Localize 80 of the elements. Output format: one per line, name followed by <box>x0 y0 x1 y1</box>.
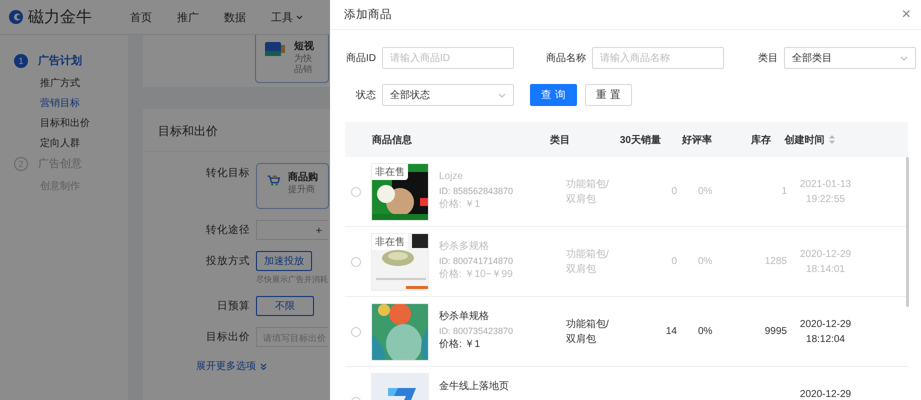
table-cell-text: 2020-12-29 18:14:01 <box>800 248 852 276</box>
option-card[interactable]: 商品购 提升商 <box>256 163 329 209</box>
card-title: 短视 <box>294 40 314 53</box>
product-id: ID: 800735423870 <box>439 325 514 337</box>
product-name: 秒杀多规格 <box>439 241 490 253</box>
table-cell: 1285 <box>764 256 787 267</box>
table-cell-text: 2020-12-29 <box>800 388 852 400</box>
card-description: 品销 <box>294 64 313 75</box>
field-label: 转化途径 <box>205 223 251 238</box>
radio-button[interactable] <box>351 326 361 336</box>
filter-label: 状态 <box>355 88 376 102</box>
chevron-down-icon <box>900 56 908 60</box>
select-field[interactable]: 全部类目 <box>784 47 916 69</box>
sidebar-item[interactable]: 推广方式 <box>14 76 128 90</box>
product-name: 秒杀单规格 <box>439 311 490 323</box>
double-chevron-icon <box>260 362 267 370</box>
table-cell-text: 功能箱包/ 双肩包 <box>566 178 609 206</box>
sort-icon <box>828 135 834 144</box>
status-badge: 非在售 <box>372 234 408 250</box>
sidebar-item[interactable]: 定向人群 <box>14 136 128 150</box>
table-cell-text: 功能箱包/ 双肩包 <box>566 248 609 276</box>
column-header[interactable]: 创建时间 <box>784 132 824 146</box>
table-cell-text: 2021-01-13 19:22:55 <box>800 178 852 206</box>
nav-item[interactable]: 数据 <box>224 10 246 24</box>
nav-item[interactable]: 工具 <box>271 10 293 24</box>
table-cell: 14 <box>666 326 677 337</box>
nav-item[interactable]: 推广 <box>177 10 199 24</box>
caret-icon <box>296 14 303 20</box>
field-label: 投放方式 <box>205 254 251 269</box>
video-icon <box>264 39 286 59</box>
card-title: 商品购 <box>288 170 318 184</box>
card-description: 为快 <box>294 53 313 64</box>
sidebar-item[interactable]: 目标和出价 <box>14 116 128 130</box>
search-button[interactable]: 查 询 <box>530 84 577 106</box>
column-header[interactable]: 30天销量 <box>620 132 661 146</box>
logo-icon <box>8 9 24 25</box>
close-button[interactable]: × <box>902 6 911 22</box>
option-button[interactable]: 不限 <box>256 296 314 316</box>
table-cell: 1 <box>781 186 787 197</box>
field-label: 日预算 <box>216 299 251 314</box>
table-cell: 0 <box>671 256 677 267</box>
product-name: 金牛线上落地页 <box>439 381 510 393</box>
step-number: 1 <box>14 54 28 68</box>
nav-item[interactable]: 首页 <box>130 10 152 24</box>
column-header[interactable]: 类目 <box>550 132 570 146</box>
field-label: 目标出价 <box>205 330 251 345</box>
option-button[interactable]: 加速投放 <box>256 251 312 271</box>
table-cell-text: 功能箱包/ 双肩包 <box>566 318 609 346</box>
card-description: 提升商 <box>288 184 316 195</box>
scrollbar[interactable] <box>906 157 909 307</box>
column-header[interactable]: 好评率 <box>682 132 712 146</box>
field-label: 转化目标 <box>205 166 251 181</box>
product-id: ID: 858562843870 <box>439 185 514 197</box>
chevron-down-icon <box>498 92 506 98</box>
product-name: Lojze <box>439 171 464 183</box>
product-price: 价格: ￥1 <box>439 339 482 351</box>
table-cell: 0% <box>698 326 712 337</box>
option-card[interactable]: 短视 为快 品销 <box>255 35 329 83</box>
drawer-title: 添加商品 <box>344 7 392 22</box>
table-cell: 0 <box>671 186 677 197</box>
reset-button[interactable]: 重 置 <box>584 84 632 106</box>
expand-link[interactable]: 展开更多选项 <box>196 359 256 373</box>
product-id: ID: 800741714870 <box>439 255 514 267</box>
table-cell-text: 2020-12-29 18:12:04 <box>800 318 852 346</box>
table-cell: 9995 <box>764 326 787 337</box>
app-logo[interactable]: 磁力金牛 <box>28 6 92 28</box>
filter-label: 商品ID <box>345 52 376 65</box>
table-cell: 0% <box>698 186 712 197</box>
step-title[interactable]: 广告计划 <box>38 53 82 68</box>
column-header[interactable]: 库存 <box>751 132 771 146</box>
add-field[interactable]: + <box>256 220 328 240</box>
table-cell: 0% <box>698 256 712 267</box>
select-field[interactable]: 全部状态 <box>382 84 514 106</box>
filter-label: 商品名称 <box>545 52 586 65</box>
status-badge: 非在售 <box>372 164 408 180</box>
product-price: 价格: ￥1 <box>439 199 482 211</box>
filter-label: 类目 <box>757 52 778 65</box>
column-header[interactable]: 商品信息 <box>372 132 412 146</box>
sidebar-item[interactable]: 营销目标 <box>14 96 128 110</box>
product-price: 价格: ￥10~￥99 <box>439 269 514 281</box>
